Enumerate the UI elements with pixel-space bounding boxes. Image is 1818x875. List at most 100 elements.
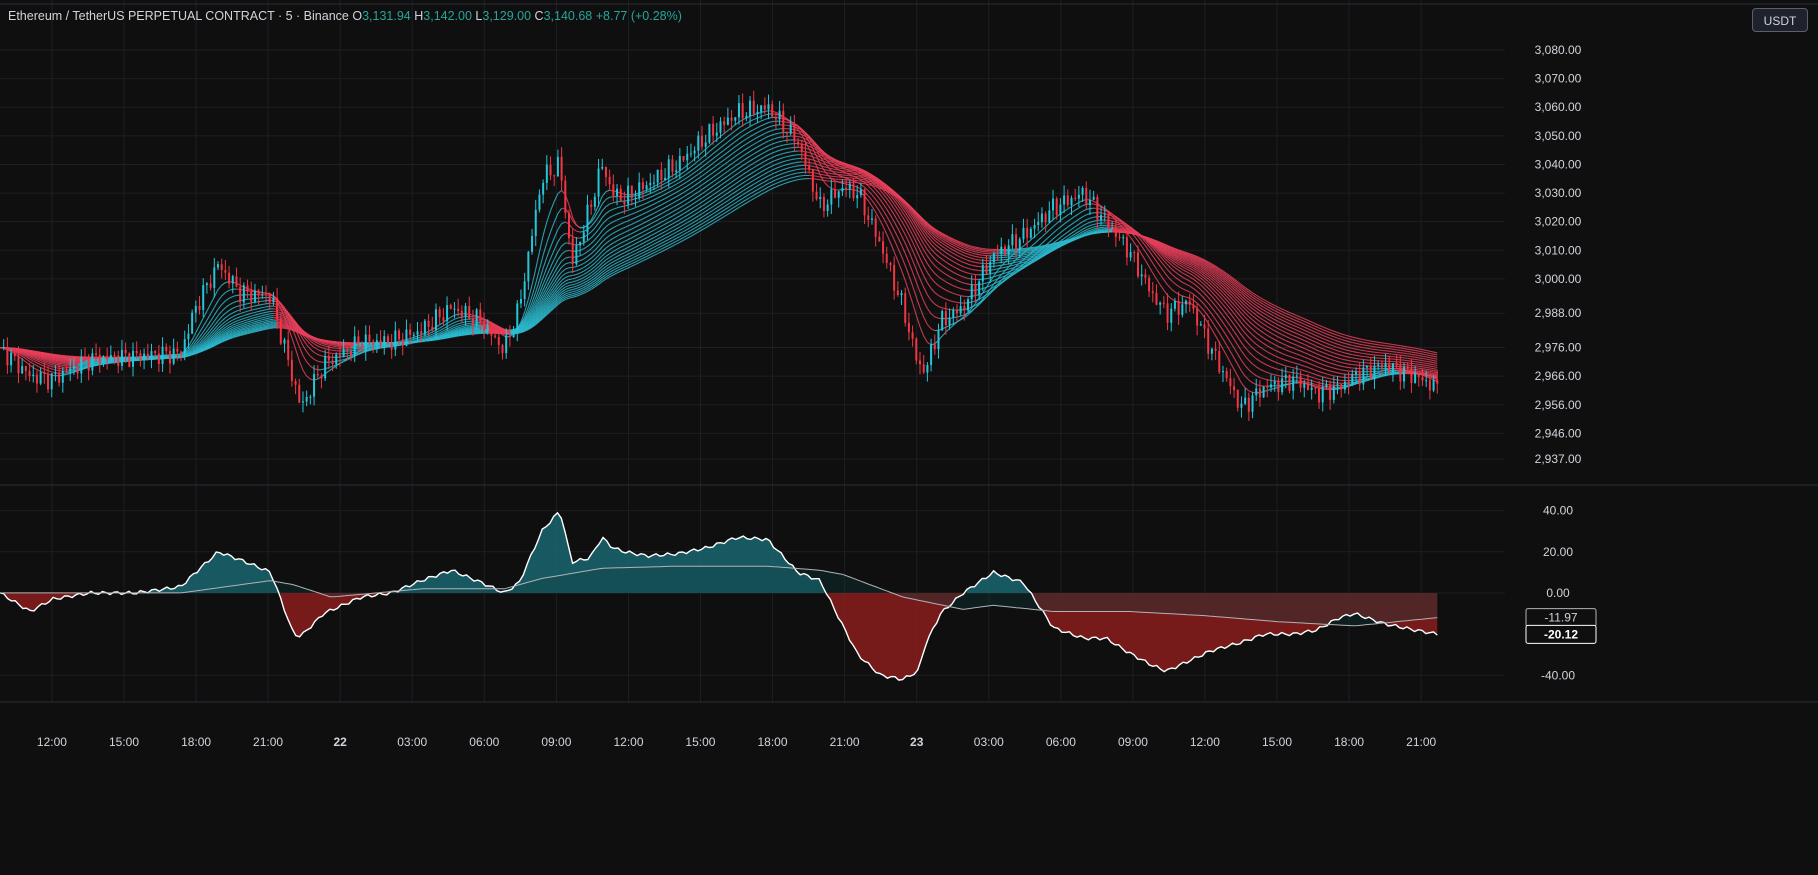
ribbon-ma-segment — [561, 242, 566, 247]
ribbon-ma-segment — [239, 315, 245, 318]
ribbon-ma-segment — [605, 240, 610, 244]
ribbon-ma-segment — [594, 240, 599, 246]
chart-area[interactable]: 3,080.00 3,070.00 3,060.00 3,050.00 3,040.00… — [0, 0, 1818, 875]
ribbon-ma-segment — [749, 167, 755, 171]
ribbon-ma-segment — [975, 265, 980, 268]
ribbon-ma-segment — [757, 125, 762, 129]
ribbon-ma-segment — [1041, 226, 1046, 231]
ribbon-ma-segment — [683, 177, 688, 181]
ribbon-ma-segment — [1193, 293, 1198, 298]
ribbon-ma-segment — [738, 169, 743, 174]
ribbon-ma-segment — [1082, 223, 1087, 227]
ribbon-ma-segment — [605, 253, 610, 257]
ribbon-ma-segment — [753, 169, 758, 173]
ribbon-ma-segment — [930, 243, 936, 249]
ribbon-ma-segment — [1270, 337, 1275, 341]
ribbon-ma-segment — [638, 204, 644, 207]
ribbon-ma-segment — [251, 314, 256, 317]
ribbon-ma-segment — [601, 213, 607, 218]
ribbon-ma-segment — [686, 174, 692, 179]
ribbon-ma-segment — [1144, 260, 1150, 267]
ribbon-ma-segment — [1137, 240, 1143, 247]
ribbon-ma-segment — [672, 176, 677, 180]
ribbon-ma-segment — [1196, 281, 1202, 286]
ribbon-ma-segment — [1004, 273, 1009, 277]
ribbon-ma-segment — [783, 152, 788, 155]
ribbon-ma-segment — [1207, 296, 1213, 302]
ribbon-ma-segment — [601, 191, 607, 197]
ribbon-ma-segment — [934, 292, 939, 296]
ribbon-ma-segment — [328, 365, 333, 369]
ribbon-ma-segment — [1229, 313, 1235, 319]
ribbon-ma-segment — [1174, 283, 1179, 287]
ribbon-ma-segment — [1185, 268, 1190, 272]
ribbon-ma-segment — [1241, 370, 1246, 377]
ribbon-ma-segment — [1222, 315, 1228, 322]
ribbon-ma-segment — [1270, 353, 1275, 357]
ribbon-ma-segment — [941, 264, 947, 269]
ribbon-ma-segment — [694, 169, 699, 173]
ribbon-ma-segment — [738, 135, 743, 140]
ribbon-ma-segment — [731, 146, 736, 150]
ribbon-ma-segment — [712, 178, 718, 183]
ribbon-ma-segment — [938, 294, 943, 298]
ribbon-ma-segment — [44, 365, 49, 369]
ribbon-ma-segment — [919, 267, 925, 276]
ribbon-ma-segment — [47, 364, 52, 368]
ribbon-ma-segment — [679, 200, 684, 204]
ribbon-ma-segment — [956, 315, 961, 318]
ribbon-ma-segment — [1274, 367, 1279, 371]
ribbon-ma-segment — [1163, 264, 1168, 271]
ribbon-ma-segment — [251, 317, 256, 320]
ribbon-ma-segment — [1023, 257, 1028, 260]
ribbon-ma-segment — [587, 257, 592, 262]
ribbon-ma-segment — [1233, 338, 1239, 346]
ribbon-ma-segment — [738, 165, 743, 169]
ribbon-ma-segment — [1196, 302, 1202, 308]
ribbon-ma-segment — [561, 268, 566, 273]
ribbon-ma-segment — [901, 235, 906, 244]
ribbon-ma-segment — [779, 157, 784, 160]
ribbon-ma-segment — [727, 153, 732, 158]
ribbon-ma-segment — [1012, 263, 1017, 267]
ribbon-ma-segment — [934, 272, 939, 278]
ribbon-ma-segment — [546, 210, 552, 223]
ribbon-ma-segment — [952, 261, 958, 265]
ribbon-ma-segment — [727, 148, 732, 153]
ribbon-ma-segment — [764, 113, 769, 116]
ribbon-ma-segment — [934, 258, 939, 263]
ribbon-ma-segment — [1170, 273, 1176, 278]
ribbon-ma-segment — [1281, 334, 1287, 337]
ribbon-ma-segment — [727, 185, 732, 190]
ribbon-ma-segment — [723, 184, 729, 188]
ribbon-ma-segment — [579, 258, 585, 262]
ribbon-ma-segment — [1023, 242, 1028, 247]
ribbon-ma-segment — [720, 178, 725, 182]
ribbon-ma-segment — [742, 171, 747, 176]
ribbon-ma-segment — [1341, 365, 1346, 368]
ribbon-ma-segment — [912, 285, 917, 298]
ribbon-ma-segment — [986, 273, 991, 276]
ribbon-ma-segment — [923, 287, 928, 296]
price-chart-svg[interactable]: 3,080.003,070.003,060.003,050.003,040.00… — [0, 0, 1818, 875]
ribbon-ma-segment — [672, 213, 677, 217]
ribbon-ma-segment — [1226, 355, 1231, 363]
ribbon-ma-segment — [779, 148, 784, 151]
ribbon-ma-segment — [675, 181, 681, 185]
ribbon-ma-segment — [1255, 343, 1261, 348]
ribbon-ma-segment — [457, 324, 463, 327]
ribbon-ma-segment — [638, 213, 644, 217]
ribbon-ma-segment — [694, 200, 699, 204]
ribbon-ma-segment — [964, 271, 969, 274]
ribbon-ma-segment — [461, 325, 466, 328]
ribbon-ma-segment — [683, 214, 688, 219]
ribbon-ma-segment — [650, 188, 655, 192]
ribbon-ma-segment — [1289, 337, 1294, 341]
ribbon-ma-segment — [1237, 364, 1242, 372]
ribbon-ma-segment — [221, 307, 226, 312]
ribbon-ma-segment — [1270, 342, 1275, 346]
ribbon-ma-segment — [746, 155, 751, 159]
ribbon-ma-segment — [236, 309, 241, 312]
ribbon-ma-segment — [587, 269, 592, 273]
ribbon-ma-segment — [720, 154, 725, 159]
